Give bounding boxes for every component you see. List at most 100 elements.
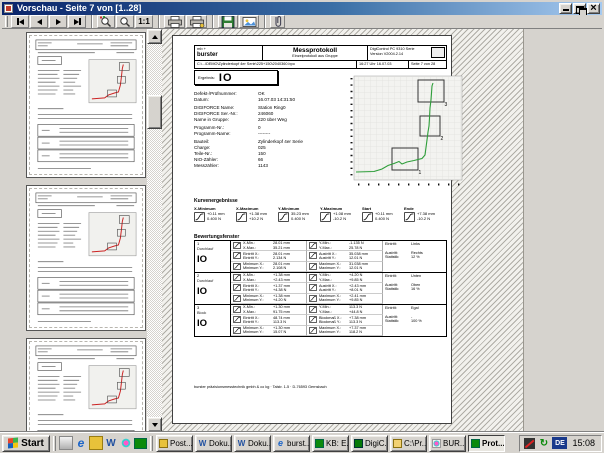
scroll-down-button[interactable] — [147, 417, 162, 432]
task-button[interactable]: C:\Pr... — [390, 435, 427, 452]
last-page-button[interactable] — [68, 15, 86, 28]
page-thumbnail[interactable] — [26, 338, 146, 432]
window-title: Vorschau - Seite 7 von [1..28] — [17, 3, 558, 14]
task-button[interactable]: KB: E... — [312, 435, 349, 452]
print-setup-button[interactable] — [186, 15, 207, 28]
print-icon — [167, 16, 183, 28]
measure-value: 25.78 N — [349, 246, 362, 250]
task-button-label: Doku... — [209, 439, 232, 448]
task-button-label: Prot... — [482, 439, 505, 448]
field-row: Datum: 16.07.03 14:31:50 — [194, 97, 326, 103]
task-button[interactable]: Doku... — [234, 435, 271, 452]
curve-result-item: Ende +7.38 mm -10.2 N — [404, 206, 446, 222]
curve-window-icon — [309, 284, 317, 291]
measure-group: X-Min.:+1.30 mm X-Max.:91.75 mm — [231, 305, 307, 315]
sync-icon[interactable]: ↻ — [538, 438, 549, 449]
result-label: Ergebnis: — [198, 75, 215, 80]
task-button[interactable]: Prot... — [468, 435, 505, 452]
zoom-out-button[interactable] — [116, 15, 134, 28]
measure-value: 2.134 N — [273, 256, 286, 260]
curve-icon — [278, 212, 289, 222]
zoom-100-label: 1:1 — [138, 17, 150, 26]
zoom-100-button[interactable]: 1:1 — [135, 15, 153, 28]
measure-label: Eintritt Y.: — [243, 320, 273, 324]
field-value: -------- — [258, 131, 326, 137]
side-info-label: Statistik: — [385, 255, 411, 260]
measure-value: +2.43 mm — [273, 278, 290, 282]
zoom-in-button[interactable] — [97, 15, 115, 28]
task-button-label: burst... — [287, 439, 310, 448]
result-box: Ergebnis: IO — [194, 70, 278, 85]
quick-launch-icon[interactable] — [59, 436, 73, 450]
minimize-button[interactable] — [559, 3, 572, 14]
curve-result-y: +10.2 N — [249, 217, 267, 222]
window-type: Durchlauf — [197, 279, 228, 283]
curve-window-icon — [233, 295, 241, 302]
language-indicator[interactable]: DE — [552, 437, 567, 449]
field-value: 220 über Weg — [258, 117, 326, 123]
curve-window-icon — [309, 306, 317, 313]
side-info-line: Statistik:16 % — [385, 287, 444, 292]
evaluation-window-row: 1 Durchlauf IO — [194, 240, 447, 273]
taskbar-grip[interactable] — [150, 436, 153, 451]
measure-group: Maximum X.:+7.37 mm Maximum Y.:118.2 N — [307, 326, 383, 336]
measure-group: Maximum X.:31.038 mm Maximum Y.:12.01 N — [307, 262, 383, 272]
document-footer: burster präzisionsmesstechnik gmbh & co … — [194, 385, 327, 389]
measure-value: 12.01 N — [349, 256, 362, 260]
result-value: IO — [219, 72, 233, 84]
task-buttons: Post... Doku... Doku... burst... KB: E..… — [156, 435, 507, 452]
task-button-label: KB: E... — [326, 439, 349, 448]
thumbnail-scrollbar[interactable] — [147, 29, 162, 432]
previous-page-button[interactable] — [30, 15, 48, 28]
force-displacement-chart: 1 2 3 — [346, 74, 468, 192]
first-page-button[interactable] — [11, 15, 29, 28]
scrollbar-thumb[interactable] — [147, 95, 162, 129]
quick-launch-icon[interactable] — [104, 436, 118, 450]
window-result: IO — [197, 254, 228, 265]
measure-label: Minimum Y.: — [243, 266, 273, 270]
document-header: mb + burster Messprotokoll Einzelprotoko… — [194, 45, 447, 69]
quick-launch-icon[interactable] — [74, 436, 88, 450]
thumbnail-panel — [2, 29, 147, 432]
windows-logo-icon — [8, 437, 18, 448]
side-info-value: 16 % — [411, 287, 420, 292]
curve-window-icon — [233, 263, 241, 270]
print-button[interactable] — [164, 15, 185, 28]
export-image-button[interactable] — [239, 15, 259, 28]
volume-mute-icon[interactable] — [524, 438, 535, 449]
start-button[interactable]: Start — [2, 435, 50, 452]
task-button-icon — [432, 439, 441, 448]
attach-button[interactable] — [270, 15, 285, 28]
window-3-label: 3 — [445, 102, 448, 108]
task-button[interactable]: burst... — [273, 435, 310, 452]
task-button[interactable]: DigiC... — [351, 435, 388, 452]
save-button[interactable] — [218, 15, 238, 28]
restore-button[interactable] — [573, 3, 586, 14]
taskbar-grip[interactable] — [53, 436, 56, 451]
quick-launch-icon[interactable] — [89, 436, 103, 450]
page-thumbnail[interactable] — [26, 32, 146, 178]
task-button[interactable]: BUR... — [429, 435, 466, 452]
task-button[interactable]: Post... — [156, 435, 193, 452]
side-info-label: Statistik: — [385, 319, 411, 324]
close-button[interactable] — [587, 3, 600, 14]
toolbar-separator — [91, 15, 93, 28]
toolbar-separator — [158, 15, 160, 28]
side-info-line: Eintritt:Links — [385, 242, 444, 247]
curve-result-y: 0.400 N — [291, 217, 309, 222]
toolbar-grip[interactable] — [5, 16, 8, 27]
quick-launch-icon[interactable] — [134, 438, 147, 449]
task-button[interactable]: Doku... — [195, 435, 232, 452]
print-setup-icon — [189, 16, 205, 28]
side-info-line: Eintritt:Unten — [385, 274, 444, 279]
field-value: 16.07.03 14:31:50 — [258, 97, 326, 103]
next-page-button[interactable] — [49, 15, 67, 28]
field-value: 1143 — [258, 163, 326, 169]
scroll-up-button[interactable] — [147, 29, 162, 44]
evaluation-window-table: 1 Durchlauf IO — [194, 241, 447, 337]
curve-results: X-Minimum +0.11 mm 0.400 N — [194, 206, 447, 222]
task-button-icon — [237, 439, 246, 448]
quick-launch-icon[interactable] — [119, 436, 133, 450]
page-thumbnail[interactable] — [26, 185, 146, 331]
window-1-label: 1 — [419, 170, 422, 176]
